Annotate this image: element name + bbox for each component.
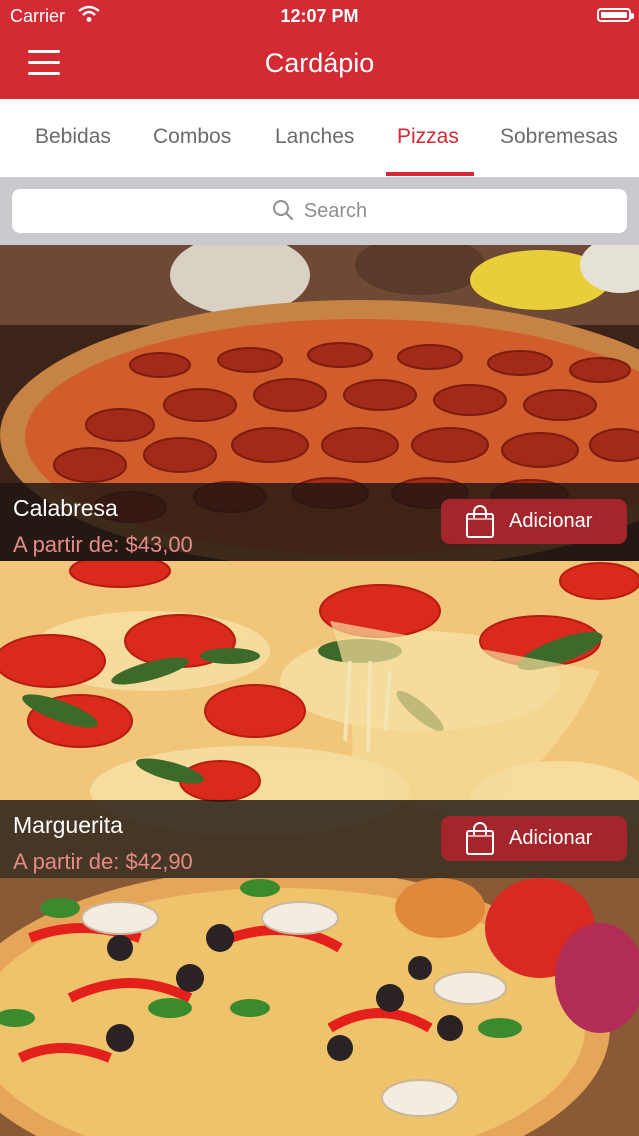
add-button-label: Adicionar xyxy=(509,510,593,532)
product-price: A partir de: $43,00 xyxy=(13,532,193,557)
add-button-label: Adicionar xyxy=(509,827,593,849)
clock: 12:07 PM xyxy=(280,6,359,26)
tab-combos[interactable]: Combos xyxy=(153,125,231,149)
tab-sobremesas[interactable]: Sobremesas xyxy=(500,125,618,149)
active-tab-indicator xyxy=(386,172,474,176)
product-name: Marguerita xyxy=(13,812,123,838)
search-input[interactable]: Search xyxy=(12,189,627,233)
search-placeholder: Search xyxy=(303,200,368,222)
category-tabs: Bebidas Combos Lanches Pizzas Sobremesas xyxy=(0,99,639,178)
shopping-bag-icon xyxy=(466,505,494,538)
search-bar: Search xyxy=(0,178,639,245)
product-card-calabresa[interactable]: Calabresa A partir de: $43,00 Adicionar xyxy=(0,245,639,561)
product-caption: Marguerita A partir de: $42,90 Adicionar xyxy=(0,800,639,878)
status-bar: Carrier 12:07 PM xyxy=(0,0,639,32)
navigation-bar: Carrier 12:07 PM Cardápio xyxy=(0,0,639,99)
pizza-image xyxy=(0,878,639,1136)
search-icon xyxy=(272,200,293,221)
tab-bebidas[interactable]: Bebidas xyxy=(35,125,111,149)
add-marguerita-button[interactable]: Adicionar xyxy=(441,816,627,861)
product-price: A partir de: $42,90 xyxy=(13,849,193,874)
product-caption: Calabresa A partir de: $43,00 Adicionar xyxy=(0,483,639,561)
tab-lanches[interactable]: Lanches xyxy=(275,125,354,149)
product-card-marguerita[interactable]: Marguerita A partir de: $42,90 Adicionar xyxy=(0,561,639,878)
shopping-bag-icon xyxy=(466,822,494,855)
product-name: Calabresa xyxy=(13,495,118,521)
battery-icon xyxy=(597,8,634,22)
page-title: Cardápio xyxy=(264,48,375,78)
product-card-partial[interactable] xyxy=(0,878,639,1136)
add-calabresa-button[interactable]: Adicionar xyxy=(441,499,627,544)
tab-pizzas[interactable]: Pizzas xyxy=(397,125,459,149)
